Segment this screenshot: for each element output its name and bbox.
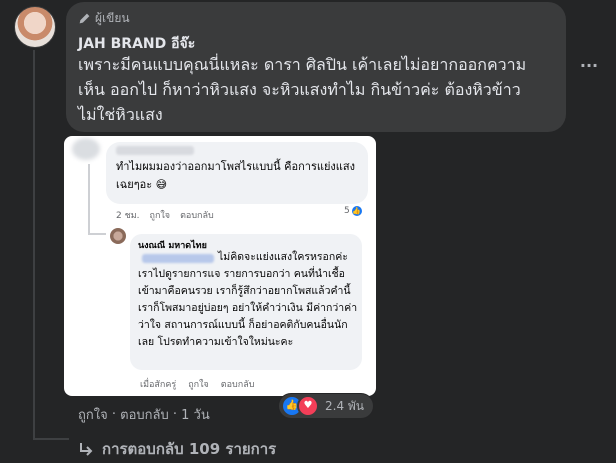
- reply-arrow-icon: [80, 443, 93, 456]
- author-badge-label: ผู้เขียน: [95, 10, 130, 25]
- quoted-reply-like: ถูกใจ: [188, 380, 209, 390]
- quoted-reply-time: เมื่อสักครู่: [140, 380, 177, 390]
- pen-icon: [79, 13, 90, 23]
- redacted-name: [116, 146, 194, 155]
- quoted-comment-time: 2 ชม.: [116, 211, 140, 221]
- comment-text: เพราะมีคนแบบคุณนี่แหละ ดารา ศิลปิน เค้าเ…: [78, 55, 527, 124]
- quoted-reply-meta: เมื่อสักครู่ ถูกใจ ตอบกลับ: [140, 377, 254, 391]
- reaction-summary[interactable]: 👍 ♥ 2.4 พัน: [279, 394, 373, 418]
- quoted-reaction-count: 5: [344, 206, 350, 216]
- reply-button[interactable]: ตอบกลับ: [120, 404, 169, 425]
- quoted-reply-reply: ตอบกลับ: [220, 380, 255, 390]
- like-icon: 👍: [351, 206, 362, 216]
- attached-screenshot[interactable]: ทำไมผมมองว่าออกมาโพสไรแบบนี้ คือการแย่งแ…: [64, 136, 376, 396]
- author-badge: ผู้เขียน: [78, 9, 130, 27]
- quoted-comment-like: ถูกใจ: [149, 211, 171, 221]
- separator: ·: [107, 407, 121, 422]
- author-avatar[interactable]: [14, 6, 56, 48]
- quoted-reply-avatar: [110, 228, 126, 244]
- separator: ·: [168, 407, 182, 422]
- quoted-comment-reactions: 5 👍: [344, 206, 362, 216]
- view-replies-link[interactable]: การตอบกลับ 109 รายการ: [78, 437, 276, 461]
- blurred-avatar: [72, 138, 100, 160]
- quoted-thread-line: [88, 164, 90, 234]
- reaction-count: 2.4 พัน: [325, 398, 365, 413]
- thread-connector: [33, 438, 69, 440]
- comment-actions: ถูกใจ · ตอบกลับ · 1 วัน: [78, 404, 210, 425]
- view-replies-label[interactable]: การตอบกลับ 109 รายการ: [102, 437, 276, 461]
- like-button[interactable]: ถูกใจ: [78, 404, 108, 425]
- quoted-reply-text: ไม่คิดจะแย่งแสงใครหรอกค่ะ เราไปดูรายการแ…: [138, 251, 358, 348]
- quoted-comment-text: ทำไมผมมองว่าออกมาโพสไรแบบนี้ คือการแย่งแ…: [116, 160, 355, 191]
- quoted-thread-connector: [88, 233, 106, 235]
- more-dots-icon: ···: [579, 56, 599, 75]
- heart-icon: ♥: [297, 395, 319, 417]
- comment-timestamp[interactable]: 1 วัน: [181, 404, 210, 425]
- thread-line: [33, 50, 35, 440]
- more-options-button[interactable]: ···: [578, 58, 600, 74]
- quoted-comment-meta: 2 ชม. ถูกใจ ตอบกลับ: [116, 208, 214, 222]
- quoted-comment-reply: ตอบกลับ: [180, 211, 214, 221]
